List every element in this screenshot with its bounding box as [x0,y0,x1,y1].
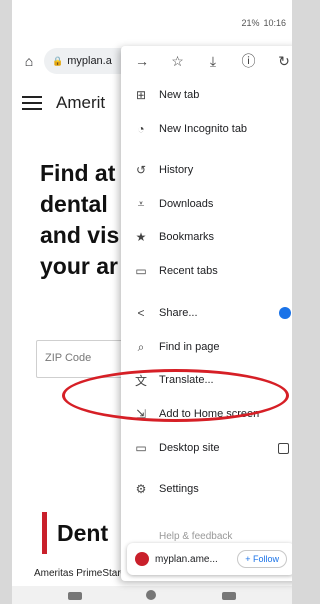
desktop-site-checkbox[interactable] [278,442,289,454]
follow-button[interactable]: + Follow [237,550,287,568]
bookmark-star-icon[interactable]: ☆ [169,53,187,70]
add-home-icon: ⇲ [135,407,147,421]
forward-icon[interactable]: → [133,53,151,69]
menu-item-help-partial: Help & feedback [159,531,233,542]
incognito-icon: ◔ [137,122,145,136]
share-icon: < [137,306,145,320]
home-nav-icon[interactable] [146,590,156,600]
menu-item-translate[interactable]: 文 Translate... [121,367,292,393]
chrome-overflow-menu: → ☆ ⤓ ⓘ ↻ ⊞ New tab ◔ New Incognito tab … [121,46,292,581]
headline-line: dental [40,191,108,217]
menu-item-settings[interactable]: ⚙ Settings [121,476,292,502]
menu-item-label: Bookmarks [159,231,215,243]
section-title: Dent [57,519,109,546]
home-icon[interactable]: ⌂ [20,52,38,70]
menu-item-label: Find in page [159,341,220,353]
menu-item-history[interactable]: ↺ History [121,157,292,183]
translate-icon: 文 [134,373,147,388]
page-headline: Find at dental and vis your ar [40,158,119,282]
menu-item-find-in-page[interactable]: ⌕ Find in page [121,334,292,360]
headline-line: your ar [40,253,118,279]
menu-item-downloads[interactable]: ⩡ Downloads [121,191,292,217]
back-icon[interactable] [68,592,82,600]
recent-tabs-icon: ▭ [135,264,147,278]
menu-item-recent-tabs[interactable]: ▭ Recent tabs [121,258,292,284]
menu-item-label: Recent tabs [159,265,218,277]
follow-site-name: myplan.ame... [155,553,218,565]
site-brand: Amerit [56,93,106,112]
status-bar: 21% 10:16 [12,0,292,38]
site-favicon-icon [135,552,149,566]
android-nav-bar [12,586,292,604]
menu-item-new-tab[interactable]: ⊞ New tab [121,82,292,108]
menu-item-add-to-home[interactable]: ⇲ Add to Home screen [121,401,292,427]
refresh-icon[interactable]: ↻ [275,53,292,70]
menu-item-share[interactable]: < Share... [121,300,292,326]
menu-item-label: Translate... [159,374,214,386]
downloads-icon: ⩡ [137,196,145,211]
follow-site-card: myplan.ame... + Follow [127,543,292,575]
battery-percent: 21% [241,18,260,28]
menu-item-label: New tab [159,89,200,101]
menu-item-incognito[interactable]: ◔ New Incognito tab [121,116,292,142]
menu-item-label: History [159,164,194,176]
menu-item-label: Add to Home screen [159,408,260,420]
desktop-icon: ▭ [135,441,147,455]
menu-item-label: Share... [159,307,198,319]
info-icon[interactable]: ⓘ [240,51,258,71]
section-accent-bar [42,512,47,554]
menu-item-bookmarks[interactable]: ★ Bookmarks [121,224,292,250]
menu-item-desktop-site[interactable]: ▭ Desktop site [121,435,292,461]
headline-line: and vis [40,222,120,248]
section-heading: Dent [42,512,108,554]
menu-item-label: Desktop site [159,442,220,454]
hamburger-menu-icon[interactable] [22,96,42,110]
menu-item-label: New Incognito tab [159,123,248,135]
gear-icon: ⚙ [135,482,147,496]
menu-item-label: Downloads [159,198,214,210]
lock-icon: 🔒 [52,55,64,66]
share-badge-icon [279,307,291,319]
url-text: myplan.a [67,55,112,67]
plus-square-icon: ⊞ [135,88,147,102]
menu-item-label: Settings [159,483,199,495]
star-icon: ★ [135,230,147,244]
download-icon[interactable]: ⤓ [204,53,222,70]
recents-icon[interactable] [222,592,236,600]
history-icon: ↺ [135,163,147,177]
headline-line: Find at [40,160,116,186]
menu-toolbar: → ☆ ⤓ ⓘ ↻ [121,46,292,76]
clock: 10:16 [263,18,286,28]
find-icon: ⌕ [137,339,145,354]
phone-screen: 21% 10:16 ⌂ 🔒 myplan.a Amerit Find at de… [12,0,292,604]
